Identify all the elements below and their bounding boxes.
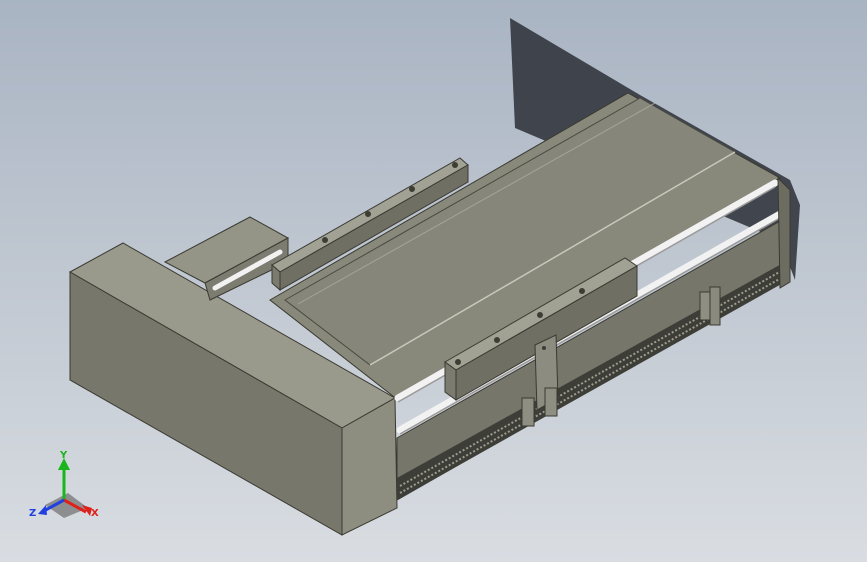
end-cap-right <box>777 176 791 289</box>
cad-model-view[interactable]: Y X Z <box>0 0 867 562</box>
z-axis-label: Z <box>29 508 36 519</box>
bolt-hole <box>494 337 500 343</box>
bolt-hole <box>579 288 585 294</box>
z-axis-arrow <box>38 505 47 515</box>
bolt-hole <box>452 162 458 168</box>
limit-switch-bracket <box>709 286 721 326</box>
bolt-hole <box>537 312 543 318</box>
bolt-hole <box>409 186 415 192</box>
coordinate-triad: Y X Z <box>29 450 99 519</box>
limit-switch-bracket <box>521 397 535 427</box>
x-axis-label: X <box>91 508 99 519</box>
y-axis-label: Y <box>59 450 68 461</box>
bolt-hole <box>322 237 328 243</box>
graphics-viewport[interactable]: Y X Z <box>0 0 867 562</box>
bolt-hole <box>365 211 371 217</box>
bolt-hole <box>542 346 546 350</box>
limit-switch-bracket <box>544 387 558 417</box>
bolt-hole <box>455 359 461 365</box>
